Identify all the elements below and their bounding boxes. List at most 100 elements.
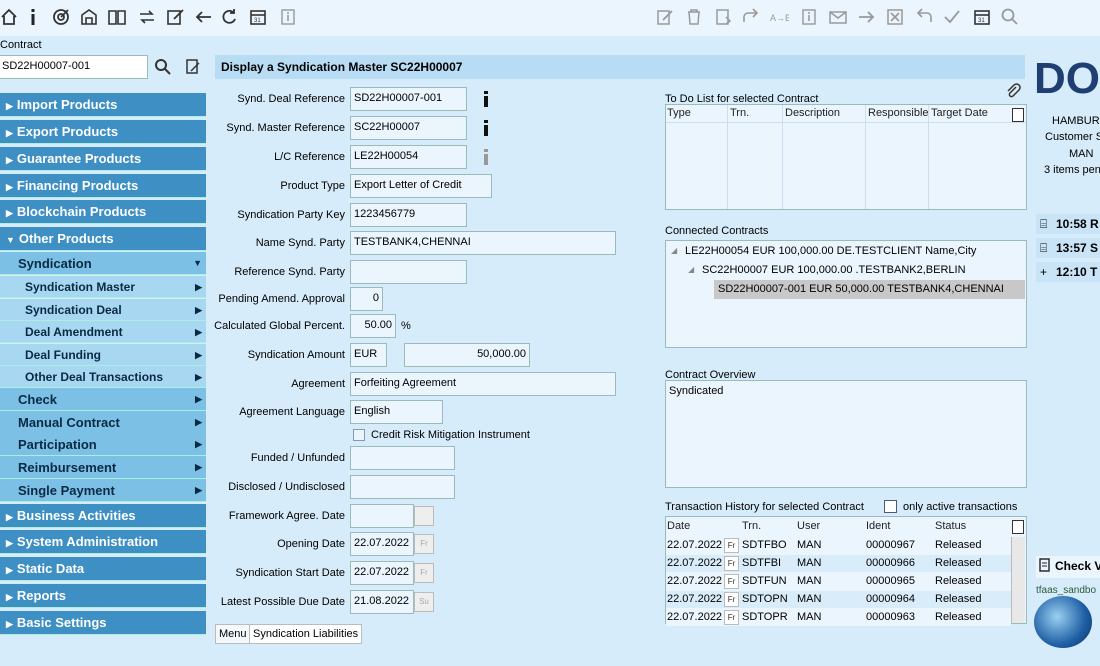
connected-contract-item[interactable]: LE22H00054 EUR 100,000.00 DE.TESTCLIENT … (685, 245, 976, 257)
calendar-button-icon[interactable]: Su (414, 592, 434, 612)
nav-item[interactable]: Syndication Master ▶ (0, 276, 206, 298)
info-icon[interactable] (482, 90, 490, 111)
language-field[interactable]: English (350, 400, 443, 424)
nav-item[interactable]: ▶ System Administration (0, 530, 206, 554)
calendar-icon[interactable]: 31 (247, 6, 269, 28)
history-column-header[interactable]: Date (667, 520, 690, 532)
nav-item[interactable]: ▶ Reports (0, 584, 206, 608)
history-scrollbar[interactable] (1011, 537, 1025, 623)
nav-item[interactable]: Deal Amendment ▶ (0, 321, 206, 343)
amount-field[interactable]: 50,000.00 (404, 343, 530, 367)
target-icon[interactable] (50, 6, 72, 28)
forward-icon[interactable] (740, 6, 762, 28)
connected-contract-item[interactable]: SD22H00007-001 EUR 50,000.00 TESTBANK4,C… (718, 283, 1004, 295)
nav-item[interactable]: ▶ Basic Settings (0, 611, 206, 635)
attach-doc-icon[interactable] (713, 6, 735, 28)
percent-field[interactable]: 50.00 (350, 314, 396, 338)
nav-item[interactable]: ▶ Business Activities (0, 504, 206, 528)
search-icon[interactable] (999, 6, 1021, 28)
nav-item[interactable]: Reimbursement ▶ (0, 456, 206, 479)
todo-column-header[interactable]: Trn. (730, 107, 749, 119)
copy-icon[interactable] (1012, 108, 1024, 122)
info-box-icon[interactable] (277, 6, 299, 28)
info-icon[interactable] (482, 119, 490, 140)
tab-menu[interactable]: Menu (215, 624, 251, 644)
trash-icon[interactable] (683, 6, 705, 28)
nav-item[interactable]: Syndication Deal ▶ (0, 299, 206, 321)
calendar-button-icon[interactable] (414, 506, 434, 526)
nav-item[interactable]: ▶ Static Data (0, 557, 206, 581)
todo-column-header[interactable]: Responsible (868, 107, 929, 119)
due-date-field[interactable]: 21.08.2022 (350, 590, 414, 614)
nav-item[interactable]: ▶ Financing Products (0, 174, 206, 198)
history-column-header[interactable]: Ident (866, 520, 890, 532)
paperclip-icon[interactable] (1004, 82, 1022, 103)
check-icon[interactable] (941, 6, 963, 28)
synd-deal-ref-field[interactable]: SD22H00007-001 (350, 87, 467, 111)
info-icon[interactable] (22, 6, 44, 28)
nav-item[interactable]: Syndication ▼ (0, 252, 206, 275)
party-key-field[interactable]: 1223456779 (350, 203, 467, 227)
pending-field[interactable]: 0 (350, 287, 383, 311)
nav-item[interactable]: ▼ Other Products (0, 227, 206, 251)
lc-ref-field[interactable]: LE22H00054 (350, 145, 467, 169)
nav-item[interactable]: ▶ Blockchain Products (0, 200, 206, 224)
synd-master-ref-field[interactable]: SC22H00007 (350, 116, 467, 140)
copy-icon[interactable] (1012, 520, 1024, 534)
product-type-field[interactable]: Export Letter of Credit (350, 174, 492, 198)
search-icon[interactable] (154, 58, 172, 79)
edit-doc-icon[interactable] (185, 58, 201, 79)
start-date-field[interactable]: 22.07.2022 (350, 561, 414, 585)
todo-column-header[interactable]: Type (667, 107, 691, 119)
calendar-icon[interactable]: 31 (971, 6, 993, 28)
only-active-checkbox[interactable] (884, 500, 897, 513)
todo-column-header[interactable]: Target Date (931, 107, 988, 119)
info-icon[interactable] (482, 148, 490, 169)
refresh-icon[interactable] (218, 6, 240, 28)
book-icon[interactable] (106, 6, 128, 28)
history-column-header[interactable]: Trn. (742, 520, 761, 532)
arrow-right-icon[interactable] (855, 6, 877, 28)
opening-date-field[interactable]: 22.07.2022 (350, 532, 414, 556)
calendar-button-icon[interactable]: Fr (414, 534, 434, 554)
nav-item[interactable]: Check ▶ (0, 388, 206, 411)
edit-icon[interactable] (165, 6, 187, 28)
nav-item[interactable]: Participation ▶ (0, 433, 206, 456)
mail-icon[interactable] (827, 6, 849, 28)
nav-item[interactable]: Other Deal Transactions ▶ (0, 366, 206, 388)
history-column-header[interactable]: Status (935, 520, 966, 532)
expanded-arrow-icon: ▼ (6, 235, 15, 245)
agreement-field[interactable]: Forfeiting Agreement (350, 372, 616, 396)
disclosed-field[interactable] (350, 475, 455, 499)
nav-item[interactable]: Deal Funding ▶ (0, 344, 206, 366)
ab-icon[interactable]: A→B (768, 6, 790, 28)
nav-item[interactable]: ▶ Guarantee Products (0, 147, 206, 171)
nav-item[interactable]: Single Payment ▶ (0, 479, 206, 502)
history-column-header[interactable]: User (797, 520, 820, 532)
tree-expand-icon[interactable]: ◢ (688, 265, 694, 274)
funded-field[interactable] (350, 446, 455, 470)
tab-syndication-liabilities[interactable]: Syndication Liabilities (249, 624, 363, 644)
currency-field[interactable]: EUR (350, 343, 387, 367)
calendar-button-icon[interactable]: Fr (414, 563, 434, 583)
nav-item[interactable]: ▶ Export Products (0, 120, 206, 144)
reference-field[interactable] (350, 260, 467, 284)
todo-column-header[interactable]: Description (785, 107, 840, 119)
framework-date-field[interactable] (350, 504, 414, 528)
undo-icon[interactable] (913, 6, 935, 28)
connected-contract-item[interactable]: SC22H00007 EUR 100,000.00 .TESTBANK2,BER… (702, 264, 966, 276)
transfer-icon[interactable] (136, 6, 158, 28)
party-name-field[interactable]: TESTBANK4,CHENNAI (350, 231, 616, 255)
edit-doc-icon[interactable] (654, 6, 676, 28)
tree-expand-icon[interactable]: ◢ (671, 246, 677, 255)
back-arrow-icon[interactable] (193, 6, 215, 28)
close-box-icon[interactable] (884, 6, 906, 28)
nav-item[interactable]: ▶ Import Products (0, 93, 206, 117)
crm-checkbox[interactable] (353, 429, 365, 441)
contract-input[interactable]: SD22H00007-001 (0, 55, 148, 79)
nav-item[interactable]: Manual Contract ▶ (0, 411, 206, 434)
field-label: L/C Reference (274, 151, 345, 163)
info-box-icon[interactable] (798, 6, 820, 28)
home-icon[interactable] (0, 6, 20, 28)
products-icon[interactable] (78, 6, 100, 28)
